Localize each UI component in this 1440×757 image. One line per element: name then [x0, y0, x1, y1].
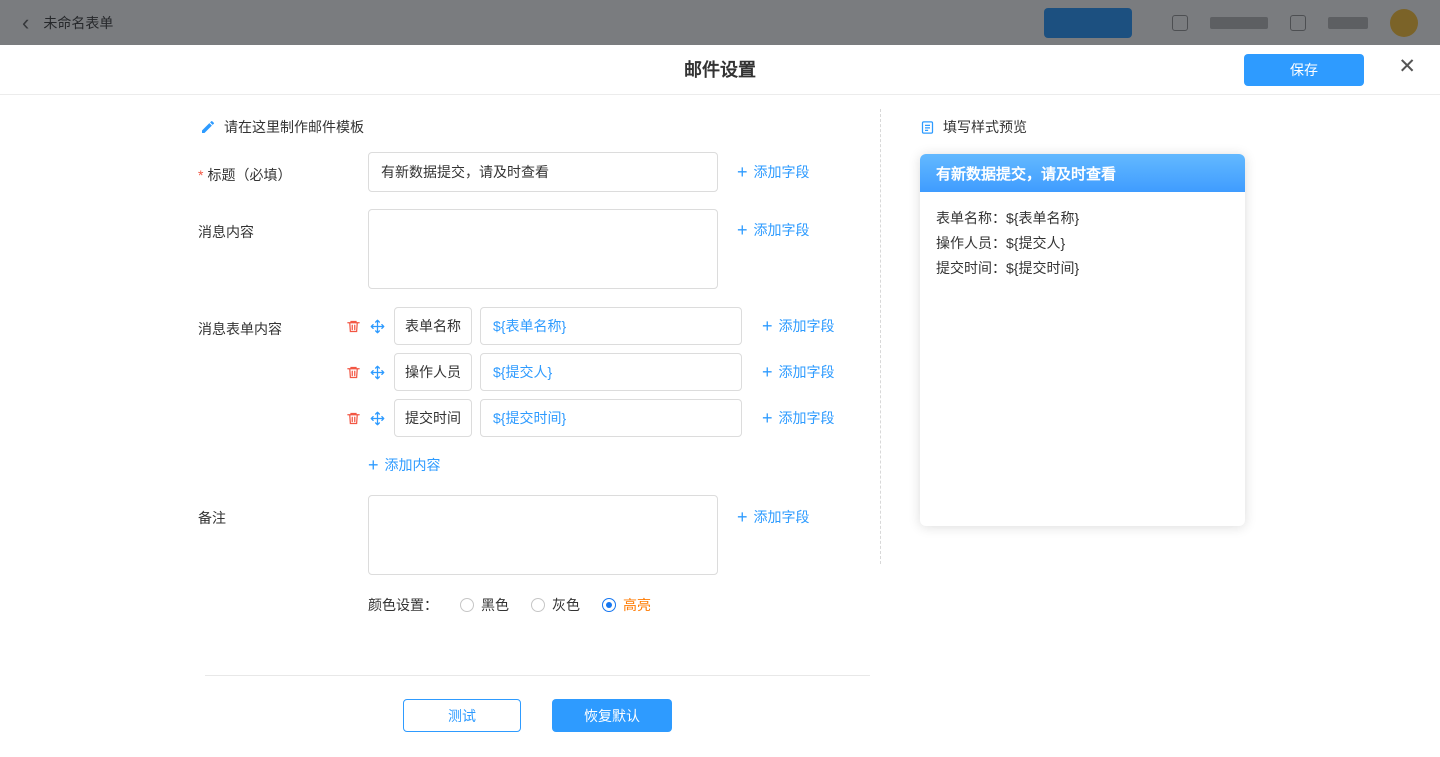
template-hint-text: 请在这里制作邮件模板 [224, 117, 364, 137]
modal-body: 请在这里制作邮件模板 *标题（必填） + 添加字段 消息内容 + 添加字段 消息… [0, 95, 1440, 756]
preview-card-title: 有新数据提交，请及时查看 [920, 154, 1245, 192]
message-label: 消息内容 [198, 222, 254, 242]
preview-row: 表单名称：${表单名称} [936, 206, 1229, 231]
preview-card: 有新数据提交，请及时查看 表单名称：${表单名称} 操作人员：${提交人} 提交… [920, 154, 1245, 526]
add-field-link-row[interactable]: + 添加字段 [762, 316, 835, 336]
template-hint: 请在这里制作邮件模板 [200, 117, 364, 137]
close-icon[interactable]: ✕ [1398, 56, 1416, 77]
radio-option-black[interactable]: 黑色 [460, 595, 509, 615]
field-value-input[interactable] [480, 307, 742, 345]
save-button[interactable]: 保存 [1244, 54, 1364, 86]
color-setting-row: 颜色设置： 黑色 灰色 高亮 [368, 595, 651, 615]
radio-icon [531, 598, 545, 612]
plus-icon: + [762, 363, 773, 381]
field-name-input[interactable] [394, 307, 472, 345]
field-value-input[interactable] [480, 399, 742, 437]
add-field-link-row[interactable]: + 添加字段 [762, 408, 835, 428]
move-icon[interactable] [370, 411, 386, 426]
vertical-dashed-divider [880, 109, 881, 564]
email-settings-modal: 邮件设置 保存 ✕ 请在这里制作邮件模板 *标题（必填） + 添加字段 消息内容… [0, 45, 1440, 757]
move-icon[interactable] [370, 319, 386, 334]
plus-icon: + [737, 163, 748, 181]
preview-hint-text: 填写样式预览 [943, 117, 1027, 137]
field-name-input[interactable] [394, 399, 472, 437]
delete-icon[interactable] [346, 365, 362, 380]
modal-header: 邮件设置 保存 ✕ [0, 45, 1440, 95]
add-field-link-row[interactable]: + 添加字段 [762, 362, 835, 382]
pencil-icon [200, 119, 216, 135]
field-name-input[interactable] [394, 353, 472, 391]
radio-option-gray[interactable]: 灰色 [531, 595, 580, 615]
radio-option-highlight[interactable]: 高亮 [602, 595, 651, 615]
radio-label: 黑色 [481, 595, 509, 615]
restore-default-button[interactable]: 恢复默认 [552, 699, 672, 732]
preview-row: 操作人员：${提交人} [936, 231, 1229, 256]
form-content-row: + 添加字段 [346, 353, 835, 391]
radio-icon [460, 598, 474, 612]
note-label: 备注 [198, 508, 226, 528]
add-content-link[interactable]: + 添加内容 [368, 455, 441, 475]
test-button[interactable]: 测试 [403, 699, 521, 732]
plus-icon: + [737, 221, 748, 239]
divider [205, 675, 870, 676]
modal-dim-overlay [0, 0, 1440, 45]
plus-icon: + [762, 317, 773, 335]
form-content-row: + 添加字段 [346, 307, 835, 345]
form-content-label: 消息表单内容 [198, 319, 282, 339]
move-icon[interactable] [370, 365, 386, 380]
delete-icon[interactable] [346, 319, 362, 334]
plus-icon: + [368, 456, 379, 474]
add-field-link-note[interactable]: + 添加字段 [737, 507, 810, 527]
radio-icon-checked [602, 598, 616, 612]
add-field-link-title[interactable]: + 添加字段 [737, 162, 810, 182]
document-icon [920, 120, 935, 135]
plus-icon: + [762, 409, 773, 427]
radio-label: 高亮 [623, 595, 651, 615]
preview-hint: 填写样式预览 [920, 117, 1027, 137]
delete-icon[interactable] [346, 411, 362, 426]
form-content-row: + 添加字段 [346, 399, 835, 437]
note-textarea[interactable] [368, 495, 718, 575]
field-value-input[interactable] [480, 353, 742, 391]
title-input[interactable] [368, 152, 718, 192]
required-mark: * [198, 167, 203, 183]
color-setting-label: 颜色设置： [368, 595, 438, 615]
message-textarea[interactable] [368, 209, 718, 289]
preview-row: 提交时间：${提交时间} [936, 256, 1229, 281]
title-label: *标题（必填） [198, 165, 291, 185]
preview-card-body: 表单名称：${表单名称} 操作人员：${提交人} 提交时间：${提交时间} [920, 192, 1245, 295]
add-field-link-message[interactable]: + 添加字段 [737, 220, 810, 240]
modal-title: 邮件设置 [0, 45, 1440, 95]
radio-label: 灰色 [552, 595, 580, 615]
plus-icon: + [737, 508, 748, 526]
